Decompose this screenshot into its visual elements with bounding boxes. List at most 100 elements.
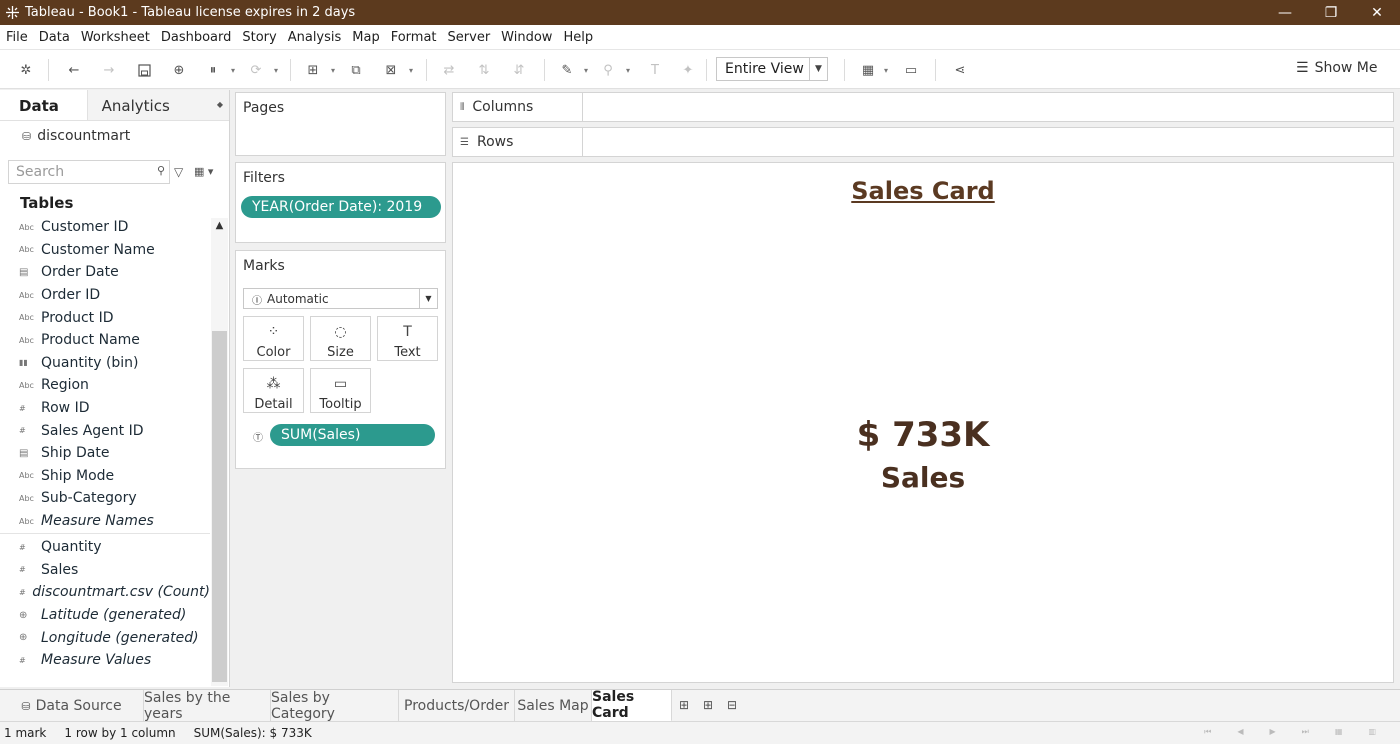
field-item[interactable]: ▤ Order Date (0, 261, 210, 284)
field-item[interactable]: # Sales (0, 559, 210, 582)
menu-server[interactable]: Server (442, 30, 496, 45)
fit-view-select[interactable]: Entire View ▼ (716, 57, 828, 81)
new-data-source-icon[interactable]: ⊕ (169, 60, 189, 80)
sort-descending-icon[interactable]: ⇵ (509, 60, 529, 80)
pages-card[interactable]: Pages (235, 92, 446, 156)
chevron-down-icon[interactable]: ▾ (272, 60, 280, 80)
filter-pill[interactable]: YEAR(Order Date): 2019 (241, 196, 441, 218)
viz-canvas[interactable]: Sales Card $ 733K Sales (452, 162, 1394, 683)
field-item[interactable]: Abc Customer Name (0, 239, 210, 262)
filmstrip-icon[interactable]: ▥ (1368, 727, 1376, 737)
new-dashboard-icon[interactable]: ⊞ (703, 698, 713, 712)
rows-shelf[interactable]: ☰ Rows (452, 127, 1394, 157)
columns-shelf[interactable]: ⦀ Columns (452, 92, 1394, 122)
menu-file[interactable]: File (0, 30, 33, 45)
chevron-down-icon[interactable]: ▾ (229, 60, 237, 80)
chevron-down-icon[interactable]: ◆ (217, 100, 223, 109)
filters-card[interactable]: Filters YEAR(Order Date): 2019 (235, 162, 446, 243)
minimize-button[interactable]: — (1262, 0, 1308, 25)
tab-sales-by-the-years[interactable]: Sales by the years (144, 690, 271, 722)
field-item[interactable]: ▮▮ Quantity (bin) (0, 352, 210, 375)
kpi-value[interactable]: $ 733K (453, 415, 1393, 455)
chevron-down-icon[interactable]: ▾ (329, 60, 337, 80)
menu-worksheet[interactable]: Worksheet (75, 30, 155, 45)
field-item[interactable]: # discountmart.csv (Count) (0, 581, 210, 604)
search-input[interactable]: Search ⚲ (8, 160, 170, 184)
fix-axes-icon[interactable]: ✦ (678, 60, 698, 80)
filter-icon[interactable]: ▽ (174, 165, 183, 179)
tab-products-order[interactable]: Products/Order (399, 690, 515, 722)
tableau-home-icon[interactable]: ✲ (16, 60, 36, 80)
sort-ascending-icon[interactable]: ⇅ (474, 60, 494, 80)
tab-sales-by-category[interactable]: Sales by Category (271, 690, 399, 722)
field-item[interactable]: Abc Product ID (0, 306, 210, 329)
menu-window[interactable]: Window (495, 30, 557, 45)
new-worksheet-icon[interactable]: ⊞ (303, 60, 323, 80)
new-worksheet-icon[interactable]: ⊞ (679, 698, 689, 712)
new-story-icon[interactable]: ⊟ (727, 698, 737, 712)
field-item[interactable]: ⊕ Longitude (generated) (0, 626, 210, 649)
data-source-item[interactable]: ⛁ discountmart (22, 128, 130, 144)
share-icon[interactable]: ⋖ (950, 60, 970, 80)
show-cards-icon[interactable]: ▦ (858, 60, 878, 80)
field-item[interactable]: Abc Sub-Category (0, 487, 210, 510)
swap-rows-columns-icon[interactable]: ⇄ (439, 60, 459, 80)
undo-icon[interactable]: ← (64, 60, 84, 80)
menu-data[interactable]: Data (33, 30, 75, 45)
close-button[interactable]: ✕ (1354, 0, 1400, 25)
field-item[interactable]: # Quantity (0, 536, 210, 559)
field-item[interactable]: # Sales Agent ID (0, 419, 210, 442)
previous-sheet-icon[interactable]: ◀ (1237, 727, 1243, 737)
refresh-icon[interactable]: ⟳ (246, 60, 266, 80)
save-icon[interactable] (134, 60, 154, 80)
menu-dashboard[interactable]: Dashboard (155, 30, 237, 45)
show-me-button[interactable]: ☰ Show Me (1296, 60, 1377, 76)
highlight-icon[interactable]: ✎ (557, 60, 577, 80)
next-sheet-icon[interactable]: ▶ (1270, 727, 1276, 737)
field-item[interactable]: Abc Order ID (0, 284, 210, 307)
chevron-down-icon[interactable]: ▾ (582, 60, 590, 80)
field-item[interactable]: Abc Measure Names (0, 510, 210, 533)
scrollbar-thumb[interactable] (212, 331, 227, 682)
field-item[interactable]: ▤ Ship Date (0, 442, 210, 465)
tab-sales-card[interactable]: Sales Card (592, 689, 672, 722)
field-item[interactable]: # Row ID (0, 397, 210, 420)
redo-icon[interactable]: → (99, 60, 119, 80)
scroll-up-icon[interactable]: ▲ (211, 220, 228, 231)
sum-sales-pill[interactable]: SUM(Sales) (270, 424, 435, 446)
field-item[interactable]: Abc Ship Mode (0, 465, 210, 488)
sheet-sorter-icon[interactable]: ▦ (1335, 727, 1343, 737)
chevron-down-icon[interactable]: ▼ (809, 58, 827, 80)
chevron-down-icon[interactable]: ▾ (882, 60, 890, 80)
clear-sheet-icon[interactable]: ⊠ (381, 60, 401, 80)
color-button[interactable]: ⁘ Color (243, 316, 304, 361)
last-sheet-icon[interactable]: ⏭ (1302, 727, 1309, 737)
mark-type-select[interactable]: Ⓘ Automatic ▼ (243, 288, 438, 309)
field-item[interactable]: ⊕ Latitude (generated) (0, 604, 210, 627)
first-sheet-icon[interactable]: ⏮ (1204, 727, 1211, 737)
tab-data-source[interactable]: ⛁ Data Source (0, 690, 144, 722)
field-item[interactable]: Abc Region (0, 374, 210, 397)
field-item[interactable]: Abc Product Name (0, 329, 210, 352)
presentation-mode-icon[interactable]: ▭ (901, 60, 921, 80)
group-members-icon[interactable]: ⚲ (598, 60, 618, 80)
size-button[interactable]: ◌ Size (310, 316, 371, 361)
field-item[interactable]: Abc Customer ID (0, 216, 210, 239)
chevron-down-icon[interactable]: ▾ (407, 60, 415, 80)
show-mark-labels-icon[interactable]: T (645, 60, 665, 80)
menu-format[interactable]: Format (385, 30, 442, 45)
menu-story[interactable]: Story (236, 30, 281, 45)
menu-analysis[interactable]: Analysis (282, 30, 347, 45)
tab-data[interactable]: Data (0, 90, 87, 120)
field-item[interactable]: # Measure Values (0, 649, 210, 672)
view-options-icon[interactable]: ▦ ▾ (194, 165, 213, 178)
text-button[interactable]: T Text (377, 316, 438, 361)
detail-button[interactable]: ⁂ Detail (243, 368, 304, 413)
menu-map[interactable]: Map (346, 30, 384, 45)
scrollbar[interactable]: ▲ (211, 218, 228, 686)
chevron-down-icon[interactable]: ▾ (624, 60, 632, 80)
pause-updates-icon[interactable]: ⏸ (203, 60, 223, 80)
tooltip-button[interactable]: ▭ Tooltip (310, 368, 371, 413)
duplicate-sheet-icon[interactable]: ⧉ (346, 60, 366, 80)
chevron-down-icon[interactable]: ▼ (419, 289, 437, 308)
